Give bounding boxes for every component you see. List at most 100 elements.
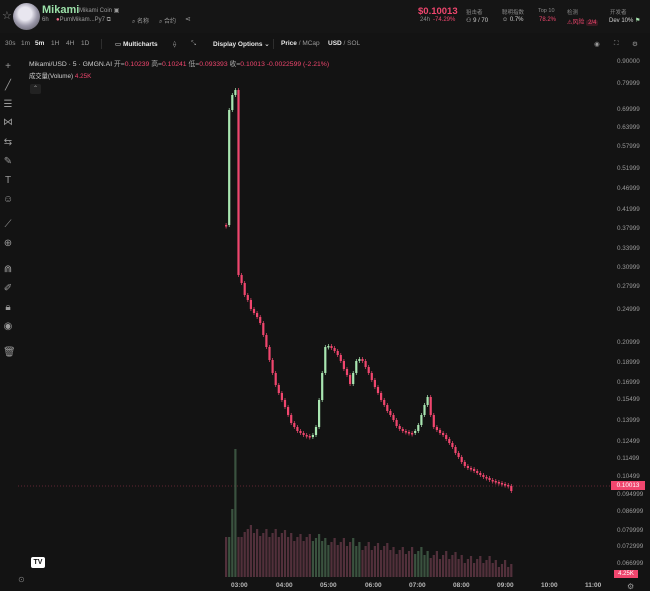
volume-bar	[296, 537, 299, 577]
stat-audit-label: 检测	[567, 10, 579, 16]
lock-icon[interactable]: 🔒︎	[3, 303, 13, 313]
candle	[473, 469, 476, 471]
chart-settings-icon[interactable]: ⚙	[627, 582, 634, 591]
price-tick: 0.15499	[617, 396, 640, 403]
interval-1h[interactable]: 1H	[51, 40, 59, 47]
crosshair-icon[interactable]: +	[3, 62, 13, 72]
price-tick: 0.094999	[617, 491, 644, 498]
interval-1m[interactable]: 1m	[21, 40, 30, 47]
trash-icon[interactable]: 🗑︎	[3, 348, 16, 358]
volume-bar	[407, 551, 411, 577]
fullscreen-icon[interactable]: ⛶	[614, 40, 619, 48]
eye-icon[interactable]: ◉	[3, 322, 13, 332]
price-tick: 0.072999	[617, 543, 644, 550]
forecast-icon[interactable]: ⇆	[3, 138, 13, 148]
tradingview-logo[interactable]: TV	[31, 557, 45, 568]
price-tick: 0.79999	[617, 80, 640, 87]
volume-bar	[333, 538, 336, 577]
price-tick: 0.20999	[617, 339, 640, 346]
magnet-icon[interactable]: ⋒	[3, 265, 13, 275]
time-tick: 05:00	[320, 582, 337, 589]
favorite-star-icon[interactable]: ☆	[2, 9, 12, 22]
trendline-icon[interactable]: ╱	[3, 81, 13, 91]
volume-bar	[225, 537, 228, 577]
volume-bar	[373, 546, 376, 577]
stat-smart-value: ☺ 0.7%	[502, 17, 524, 23]
search-icon: ⌕	[132, 19, 136, 25]
interval-30s[interactable]: 30s	[5, 40, 15, 47]
volume-bar	[237, 537, 240, 577]
stat-audit-value[interactable]: ⚠风险 2/4	[567, 17, 599, 26]
volume-bar	[429, 558, 432, 577]
volume-bar	[252, 533, 256, 577]
volume-bar	[380, 550, 383, 577]
volume-bar	[454, 552, 457, 577]
brush-icon[interactable]: ✎	[3, 157, 13, 167]
camera-icon[interactable]: ◉	[594, 40, 600, 48]
price-chart[interactable]	[18, 55, 614, 579]
volume-bar	[352, 538, 355, 577]
volume-bar	[497, 567, 500, 577]
candle	[252, 309, 256, 313]
interval-1d[interactable]: 1D	[81, 40, 89, 47]
price-tick: 0.51999	[617, 165, 640, 172]
volume-bar	[287, 537, 290, 577]
volume-bar	[342, 538, 345, 577]
last-price-tag: 0.10013	[611, 481, 645, 490]
multicharts-icon: ▭	[115, 41, 122, 48]
compare-icon[interactable]: ⤡	[191, 40, 196, 48]
candle	[432, 415, 435, 427]
volume-bar	[262, 533, 265, 577]
price-tick: 0.90000	[617, 58, 640, 65]
contract-search-link[interactable]: ⌕ 合约	[159, 16, 176, 26]
collapse-legend-icon[interactable]: ⌃	[30, 84, 41, 94]
price-tick: 0.27999	[617, 283, 640, 290]
price-tick: 0.33999	[617, 245, 640, 252]
candle	[435, 427, 438, 430]
candle	[497, 482, 500, 484]
zoom-icon[interactable]: ⊕	[3, 239, 13, 249]
time-tick: 07:00	[409, 582, 426, 589]
candle	[240, 275, 243, 283]
candle	[234, 90, 237, 95]
indicators-icon[interactable]: ⟠	[173, 40, 176, 48]
stat-snipers-value: ⚇ 9 / 70	[466, 18, 489, 24]
interval-5m[interactable]: 5m	[35, 40, 44, 47]
candle	[296, 427, 299, 431]
candle	[336, 351, 339, 355]
candle	[423, 405, 426, 415]
fib-icon[interactable]: ☰	[3, 100, 13, 110]
volume-bar	[395, 554, 398, 577]
price-mcap-toggle[interactable]: Price / MCap	[281, 40, 320, 47]
pattern-icon[interactable]: ⋈	[3, 118, 13, 128]
volume-bar	[358, 542, 361, 577]
name-search-link[interactable]: ⌕ 名称	[132, 16, 149, 26]
candle	[460, 457, 463, 462]
volume-bar	[367, 542, 370, 577]
stat-top10-label: Top 10	[538, 8, 555, 14]
volume-bar	[476, 559, 479, 577]
candle	[414, 431, 417, 433]
candle	[361, 359, 364, 361]
multicharts-button[interactable]: ▭ Multicharts	[115, 40, 158, 48]
settings-icon[interactable]: ⚙	[632, 40, 638, 48]
emoji-icon[interactable]: ☺	[3, 195, 13, 205]
ruler-icon[interactable]: ⟋	[3, 220, 13, 230]
price-tick: 0.46999	[617, 185, 640, 192]
candle	[355, 361, 358, 373]
volume-bar	[500, 564, 504, 577]
stat-dev-value: Dev 10% ⚑	[609, 18, 641, 24]
text-icon[interactable]: T	[3, 176, 13, 186]
price-tick: 0.079999	[617, 527, 644, 534]
interval-4h[interactable]: 4H	[66, 40, 74, 47]
token-full-name: Mikami Coin ▣	[79, 8, 120, 14]
copy-icon[interactable]: ▣	[114, 8, 120, 14]
usd-sol-toggle[interactable]: USD / SOL	[328, 40, 360, 47]
scroll-left-icon[interactable]: ⊙	[18, 575, 25, 584]
display-options-dropdown[interactable]: Display Options ⌄	[213, 40, 270, 48]
candle	[265, 335, 268, 347]
lock-drawing-icon[interactable]: ✐	[3, 284, 13, 294]
share-icon[interactable]: ⋖	[185, 15, 191, 23]
candle	[308, 436, 311, 438]
contract-address[interactable]: Mikam...Py7 ⧉	[72, 17, 111, 24]
